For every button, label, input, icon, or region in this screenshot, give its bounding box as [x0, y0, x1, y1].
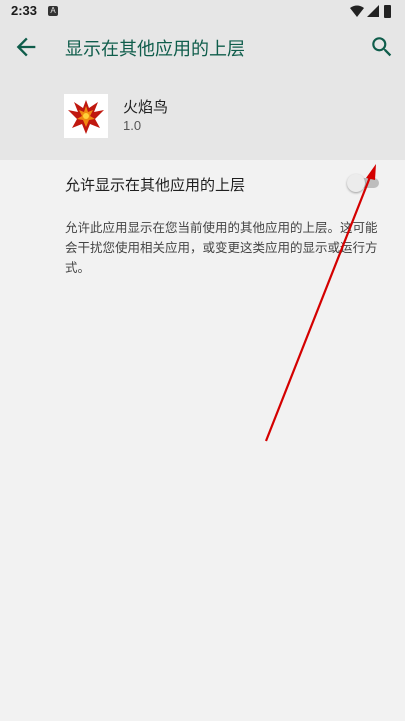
phoenix-logo [64, 94, 108, 138]
signal-icon [367, 5, 379, 17]
toggle-thumb [347, 174, 365, 192]
status-bar: 2:33 A [0, 0, 405, 24]
permission-row[interactable]: 允许显示在其他应用的上层 [0, 160, 405, 208]
app-version: 1.0 [123, 118, 142, 133]
permission-label: 允许显示在其他应用的上层 [65, 176, 246, 194]
arrow-shaft [264, 171, 374, 442]
app-header: 火焰鸟 1.0 [0, 86, 405, 160]
wifi-icon [350, 5, 364, 17]
app-bar: 显示在其他应用的上层 [0, 24, 405, 86]
status-icons [350, 5, 391, 18]
app-icon [64, 94, 108, 138]
page-title: 显示在其他应用的上层 [65, 39, 245, 60]
app-name: 火焰鸟 [123, 98, 169, 116]
permission-toggle[interactable] [347, 174, 381, 192]
battery-icon [384, 5, 391, 18]
permission-description: 允许此应用显示在您当前使用的其他应用的上层。这可能会干扰您使用相关应用，或变更这… [65, 220, 378, 275]
status-time: 2:33 [11, 3, 38, 18]
notification-icon: A [48, 6, 58, 16]
arrow-back-icon[interactable] [12, 33, 40, 61]
search-icon[interactable] [369, 34, 395, 60]
